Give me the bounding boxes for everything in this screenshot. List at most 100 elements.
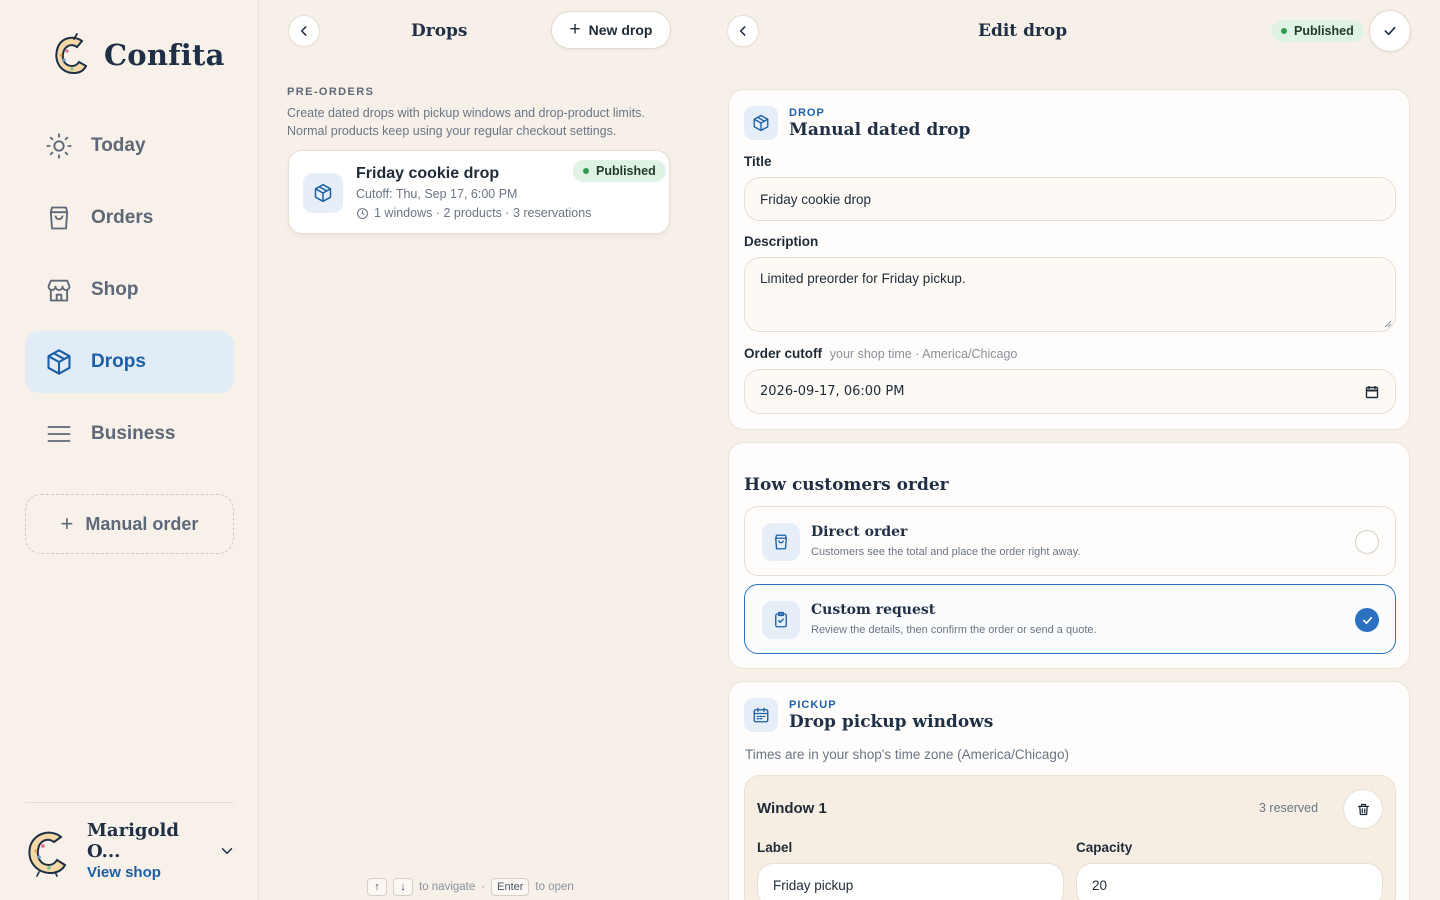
hint-navigate: to navigate (419, 881, 476, 893)
title-label: Title (744, 154, 772, 169)
account-name: Marigold O... (87, 820, 179, 862)
save-button[interactable] (1369, 10, 1411, 52)
bag-icon-wrap (762, 523, 800, 561)
new-drop-button[interactable]: + New drop (551, 11, 671, 49)
option-title: Custom request (811, 602, 936, 618)
radio-button[interactable] (1355, 530, 1379, 554)
main-nav: Today Orders Shop Drops Business (25, 115, 234, 475)
package-icon (314, 183, 332, 203)
option-description: Review the details, then confirm the ord… (811, 624, 1097, 636)
drop-icon-wrap (744, 106, 778, 140)
cutoff-datetime-field[interactable]: 2026-09-17, 06:00 PM (744, 369, 1396, 414)
calendar-icon (753, 707, 769, 723)
check-icon (1384, 26, 1396, 36)
calendar-icon-wrap (744, 698, 778, 732)
chevron-down-icon[interactable] (218, 842, 236, 860)
pickup-window: Window 1 3 reserved Label Friday pickup … (744, 775, 1396, 900)
drop-list-item[interactable]: Friday cookie drop Cutoff: Thu, Sep 17, … (288, 150, 670, 234)
window-reserved-count: 3 reserved (1259, 801, 1319, 815)
drop-details-card: DROP Manual dated drop Title Friday cook… (728, 89, 1410, 430)
nav-label-drops: Drops (91, 351, 146, 372)
pickup-timezone-note: Times are in your shop's time zone (Amer… (745, 747, 1069, 762)
direct-order-option[interactable]: Direct order Customers see the total and… (744, 506, 1396, 576)
manual-order-label: Manual order (85, 513, 199, 534)
nav-label-shop: Shop (91, 279, 139, 300)
drop-meta-text: 1 windows · 2 products · 3 reservations (374, 206, 592, 220)
bag-icon (775, 534, 787, 550)
storefront-icon (47, 279, 71, 302)
cutoff-label: Order cutoff your shop time · America/Ch… (744, 346, 1017, 361)
status-dot (583, 168, 589, 174)
status-dot (1281, 28, 1287, 34)
arrow-up-key-icon: ↑ (367, 878, 387, 896)
nav-item-today[interactable]: Today (25, 115, 234, 177)
order-mode-heading: How customers order (744, 475, 949, 495)
cutoff-label-text: Order cutoff (744, 346, 823, 361)
section-description: Create dated drops with pickup windows a… (287, 106, 645, 138)
capacity-field[interactable]: 20 (1076, 863, 1383, 900)
close-edit-button[interactable] (727, 15, 759, 47)
status-badge: Published (573, 160, 666, 182)
list-title: Drops (411, 21, 468, 41)
bag-icon (49, 206, 69, 230)
chevron-left-icon (300, 26, 307, 36)
plus-icon: + (60, 511, 74, 536)
nav-label-today: Today (91, 135, 146, 156)
title-field[interactable]: Friday cookie drop (744, 177, 1396, 221)
cutoff-hint: your shop time · America/Chicago (829, 347, 1018, 361)
plus-icon: + (569, 19, 581, 40)
hint-open: to open (535, 881, 574, 893)
window-label-value: Friday pickup (773, 877, 854, 893)
trash-icon (1357, 803, 1369, 815)
manual-order-button[interactable]: + Manual order (25, 494, 234, 554)
nav-item-drops[interactable]: Drops (25, 331, 234, 393)
enter-key: Enter (491, 878, 530, 896)
edit-title: Edit drop (978, 21, 1068, 41)
nav-item-shop[interactable]: Shop (25, 259, 234, 321)
nav-label-business: Business (91, 423, 176, 444)
brand[interactable]: Confita (52, 33, 225, 77)
menu-icon (47, 426, 71, 442)
confita-logo-icon (55, 33, 88, 75)
hint-separator: · (481, 881, 486, 893)
calendar-icon[interactable] (1365, 385, 1379, 399)
section-label: PRE-ORDERS (287, 86, 375, 98)
clock-icon (357, 207, 368, 219)
account-switcher[interactable]: Marigold O... View shop (25, 820, 240, 881)
custom-request-option[interactable]: Custom request Review the details, then … (744, 584, 1396, 654)
radio-button-checked[interactable] (1355, 608, 1379, 632)
nav-item-orders[interactable]: Orders (25, 187, 234, 249)
cutoff-value: 2026-09-17, 06:00 PM (760, 384, 905, 399)
avatar (28, 831, 67, 877)
description-field[interactable]: Limited preorder for Friday pickup. (744, 257, 1396, 332)
drop-title: Friday cookie drop (356, 165, 500, 182)
keyboard-hints: ↑ ↓ to navigate · Enter to open (367, 878, 574, 896)
pickup-card: PICKUP Drop pickup windows Times are in … (728, 681, 1410, 900)
option-description: Customers see the total and place the or… (811, 546, 1081, 558)
edit-drop-pane: Edit drop Published DROP Manual dated dr… (697, 0, 1440, 900)
view-shop-link[interactable]: View shop (87, 864, 218, 881)
capacity-value: 20 (1092, 877, 1108, 893)
window-label-field[interactable]: Friday pickup (757, 863, 1064, 900)
drop-card-heading: Manual dated drop (789, 120, 971, 140)
drop-cutoff: Cutoff: Thu, Sep 17, 6:00 PM (356, 187, 518, 201)
new-drop-label: New drop (588, 22, 653, 38)
back-button[interactable] (288, 15, 320, 47)
sidebar-divider (25, 802, 234, 803)
delete-window-button[interactable] (1343, 789, 1383, 829)
status-badge: Published (1271, 20, 1364, 42)
resize-handle-icon[interactable] (1384, 320, 1392, 328)
app-name: Confita (104, 38, 225, 72)
pickup-heading: Drop pickup windows (789, 712, 994, 732)
window-title: Window 1 (757, 800, 827, 817)
check-icon (1362, 616, 1372, 624)
status-badge-label: Published (596, 164, 656, 178)
window-label-label: Label (757, 840, 793, 855)
package-icon (753, 114, 769, 132)
nav-item-business[interactable]: Business (25, 403, 234, 465)
description-label: Description (744, 234, 819, 249)
drop-meta: 1 windows · 2 products · 3 reservations (356, 206, 591, 220)
drops-list-pane: Drops + New drop PRE-ORDERS Create dated… (260, 0, 697, 900)
arrow-down-key-icon: ↓ (393, 878, 413, 896)
chevron-left-icon (739, 26, 746, 36)
